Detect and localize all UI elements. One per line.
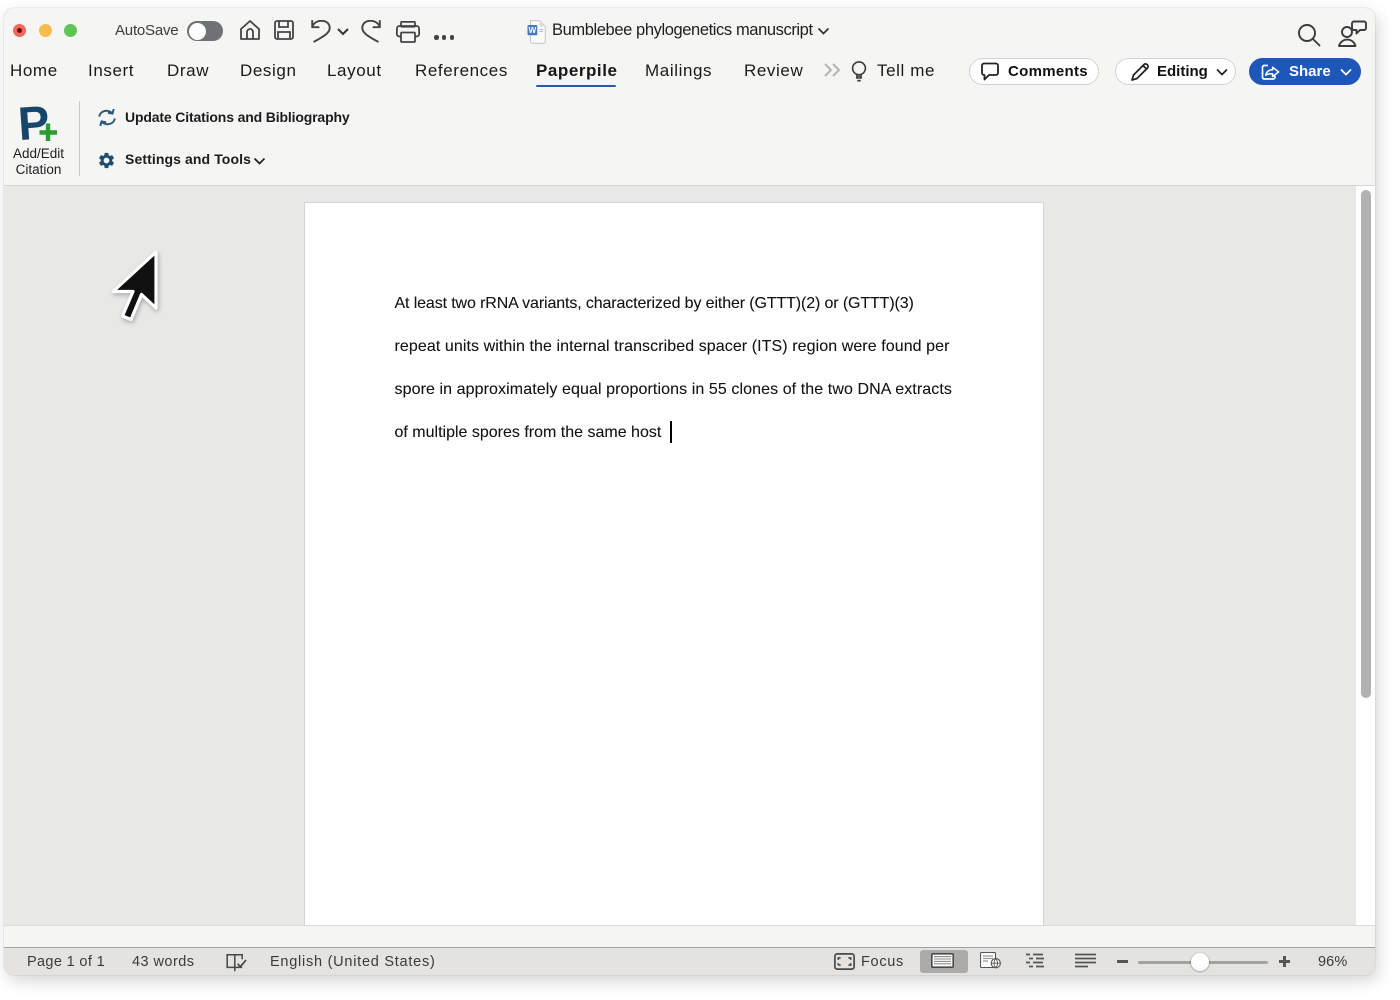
svg-text:W: W xyxy=(529,26,537,35)
